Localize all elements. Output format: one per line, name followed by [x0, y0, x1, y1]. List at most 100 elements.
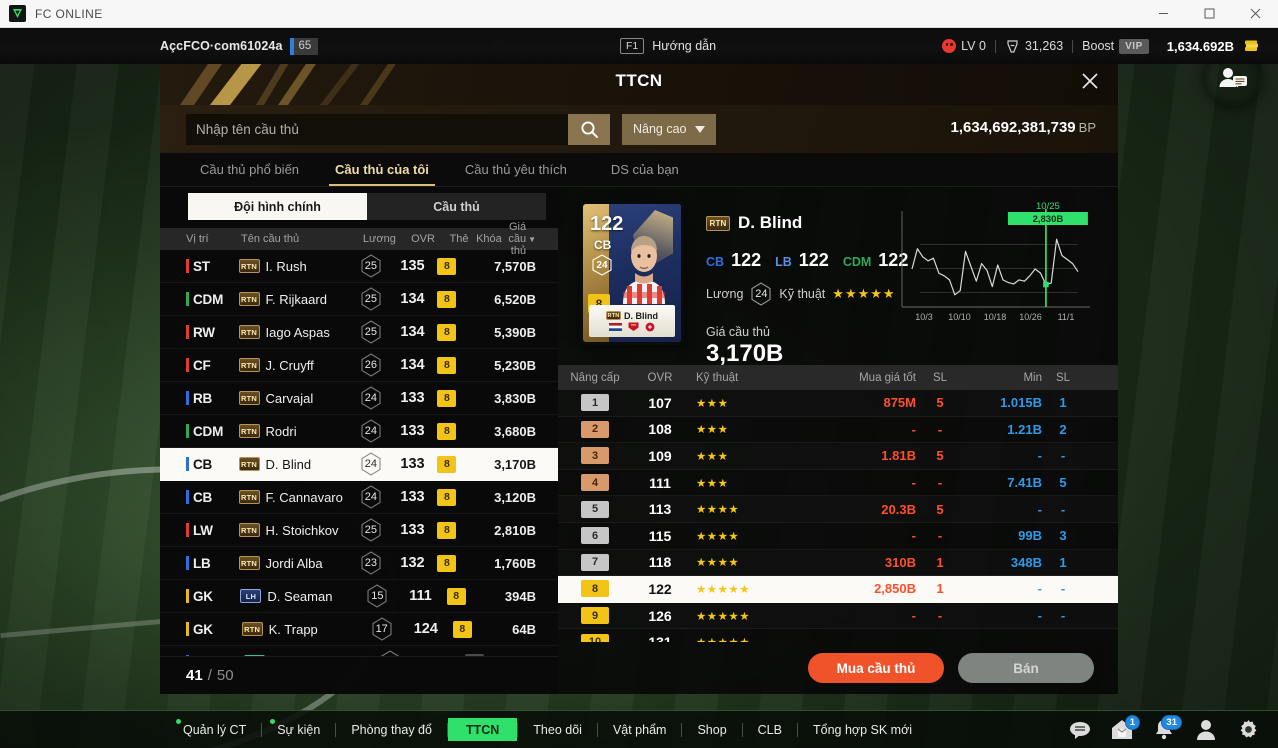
table-row[interactable]: ST RTN I. Rush 25 135 8 7,570B [160, 250, 558, 283]
nav-item-4[interactable]: TTCN [447, 718, 518, 741]
chat-icon[interactable] [1068, 718, 1092, 742]
guide-button[interactable]: F1 Hướng dẫn [620, 28, 716, 64]
nav-item-8[interactable]: CLB [743, 718, 797, 741]
upgrade-row[interactable]: 3 109 ★★★ 1.81B 5 - - [558, 443, 1118, 470]
card-type-tag: RTN [238, 358, 260, 372]
row-salary: 25 [347, 518, 394, 542]
card-level-badge: 8 [437, 389, 457, 407]
close-icon[interactable] [1076, 67, 1104, 95]
price-history-chart[interactable]: 2,830B 10/25 10/3 10/10 10/18 10/26 11/1 [888, 199, 1100, 341]
upgrade-table-body[interactable]: 1 107 ★★★ 875M 5 1.015B 1 2 108 ★★★ - -1.21B 2 3 109 ★★… [558, 390, 1118, 642]
upgrade-skill-stars: ★★★ [696, 397, 729, 410]
card-type-tag: RTN [238, 391, 260, 405]
table-row[interactable]: LB RTN Jordi Alba 23 132 8 1,760B [160, 547, 558, 580]
upgrade-skill-stars: ★★★★ [696, 504, 740, 517]
subtab-players[interactable]: Cầu thủ [367, 193, 546, 220]
upgrade-min-qty: 1 [1059, 395, 1067, 411]
nav-item-5[interactable]: Theo dõi [518, 718, 597, 741]
upgrade-level-cell: 4 [558, 474, 632, 492]
position-value-cb: 122 [731, 250, 762, 270]
position-color-bar [186, 292, 189, 306]
upgrade-min-qty: - [1060, 608, 1066, 624]
player-card[interactable]: 122 CB 24 8 RTN D. Blind [580, 201, 684, 345]
table-row[interactable]: GK LH D. Seaman 15 111 8 394B [160, 580, 558, 613]
upgrade-row[interactable]: 9 126 ★★★★★ - - - - [558, 602, 1118, 630]
row-price: 6,520B [494, 291, 537, 307]
row-price: 5,230B [494, 357, 537, 373]
nav-item-3[interactable]: Phòng thay đổ [336, 718, 447, 741]
netherlands-flag-icon [609, 322, 622, 331]
nav-item-9[interactable]: Tổng hợp SK mới [798, 718, 927, 741]
col-upgrade-skill: Kỹ thuật [696, 371, 739, 384]
upgrade-buy-qty: - [937, 608, 943, 624]
card-footer-tag: RTN [606, 311, 621, 320]
squad-panel: Đội hình chính Cầu thủ Vị trí Tên cầu th… [160, 187, 558, 694]
upgrade-row[interactable]: 2 108 ★★★ - - 1.21B 2 [558, 416, 1118, 444]
table-row[interactable]: GK RTN K. Trapp 17 124 8 64B [160, 613, 558, 646]
table-row[interactable]: CB RTN F. Cannavaro 24 133 8 3,120B [160, 481, 558, 514]
table-row[interactable]: CB RTN D. Blind 24 133 8 3,170B [160, 448, 558, 481]
table-row[interactable]: RW RTN Iago Aspas 25 134 8 5,390B [160, 316, 558, 349]
buy-player-button[interactable]: Mua cầu thủ [808, 653, 944, 683]
bp-chip[interactable]: 1,634.692B [1158, 39, 1268, 54]
upgrade-min-qty: 3 [1059, 528, 1067, 544]
nav-item-7[interactable]: Shop [682, 718, 741, 741]
subtab-label: Cầu thủ [433, 199, 480, 214]
close-icon[interactable] [1232, 0, 1278, 28]
upgrade-skill-stars: ★★★★ [696, 530, 740, 543]
position-label: LW [193, 522, 213, 538]
upgrade-buy-price: - [808, 635, 916, 642]
upgrade-row[interactable]: 1 107 ★★★ 875M 5 1.015B 1 [558, 390, 1118, 417]
hud-account[interactable]: AçcFCO·com61024a 65 [160, 28, 319, 64]
nav-item-6[interactable]: Vật phẩm [598, 718, 682, 741]
maximize-icon[interactable] [1186, 0, 1232, 28]
sell-button[interactable]: Bán [958, 653, 1094, 683]
tab-your-list[interactable]: DS của bạn [585, 153, 705, 186]
col-upgrade-ovr: OVR [647, 371, 673, 384]
upgrade-min-price: - [1037, 608, 1042, 624]
search-input[interactable] [186, 113, 568, 145]
table-row[interactable]: CF RTN J. Cruyff 26 134 8 5,230B [160, 349, 558, 382]
gear-icon[interactable] [1236, 718, 1260, 742]
table-row[interactable]: CDM RTN F. Rijkaard 25 134 8 6,520B [160, 283, 558, 316]
tab-favorite-players[interactable]: Cầu thủ yêu thích [447, 153, 585, 186]
upgrade-row[interactable]: 10131★★★★★---- [558, 629, 1118, 642]
profile-icon[interactable] [1194, 718, 1218, 742]
upgrade-row[interactable]: 4 111 ★★★ - - 7.41B 5 [558, 469, 1118, 497]
bell-icon[interactable]: 31 [1152, 714, 1182, 742]
status-chip[interactable]: LV 0 [933, 39, 995, 53]
boost-chip[interactable]: Boost VIP [1073, 38, 1158, 54]
card-level-badge: 8 [437, 455, 457, 473]
upgrade-row[interactable]: 5 113 ★★★★ 20.3B 5 - - [558, 496, 1118, 523]
mail-home-icon[interactable]: 1 [1110, 714, 1140, 742]
upgrade-level-badge: 3 [581, 447, 609, 465]
search-button[interactable] [568, 113, 610, 145]
table-row[interactable]: LW RTN H. Stoichkov 25 133 8 2,810B [160, 514, 558, 547]
nav-item-1[interactable]: Quản lý CT [168, 718, 261, 741]
tab-my-players[interactable]: Cầu thủ của tôi [317, 153, 447, 186]
card-type-tag: LH [240, 589, 262, 603]
coin-chip[interactable]: 31,263 [996, 39, 1072, 54]
upgrade-row[interactable]: 6 115 ★★★★ - - 99B 3 [558, 522, 1118, 550]
nav-item-2[interactable]: Sự kiện [262, 718, 335, 741]
squad-player-list[interactable]: ST RTN I. Rush 25 135 8 7,570B CDM RTN F. Rijkaar… [160, 250, 558, 656]
table-row[interactable]: CB24Bremer1079▲–0 [160, 646, 558, 656]
col-upgrade-level: Nâng cấp [570, 371, 620, 384]
upgrade-row[interactable]: 7 118 ★★★★ 310B 1 348B 1 [558, 549, 1118, 577]
row-price: 3,680B [494, 423, 537, 439]
bp-value: 1,634.692B [1166, 38, 1234, 54]
table-row[interactable]: CDM RTN Rodri 24 133 8 3,680B [160, 415, 558, 448]
advanced-filter-button[interactable]: Nâng cao [622, 113, 716, 145]
action-buttons: Mua cầu thủ Bán [558, 642, 1118, 694]
tab-popular-players[interactable]: Cầu thủ phổ biến [182, 153, 317, 186]
upgrade-buy-qty: - [937, 475, 943, 491]
subtab-main-squad[interactable]: Đội hình chính [188, 193, 367, 220]
upgrade-buy-price: 310B [884, 554, 916, 570]
minimize-icon[interactable] [1140, 0, 1186, 28]
row-card: 8 [431, 257, 464, 275]
card-level-badge: 8 [437, 257, 457, 275]
upgrade-level-cell: 9 [558, 607, 632, 625]
upgrade-row[interactable]: 8 122 ★★★★★ 2,850B 1 - - [558, 576, 1118, 603]
table-row[interactable]: RB RTN Carvajal 24 133 8 3,830B [160, 382, 558, 415]
upgrade-buy-price: - [911, 608, 916, 624]
